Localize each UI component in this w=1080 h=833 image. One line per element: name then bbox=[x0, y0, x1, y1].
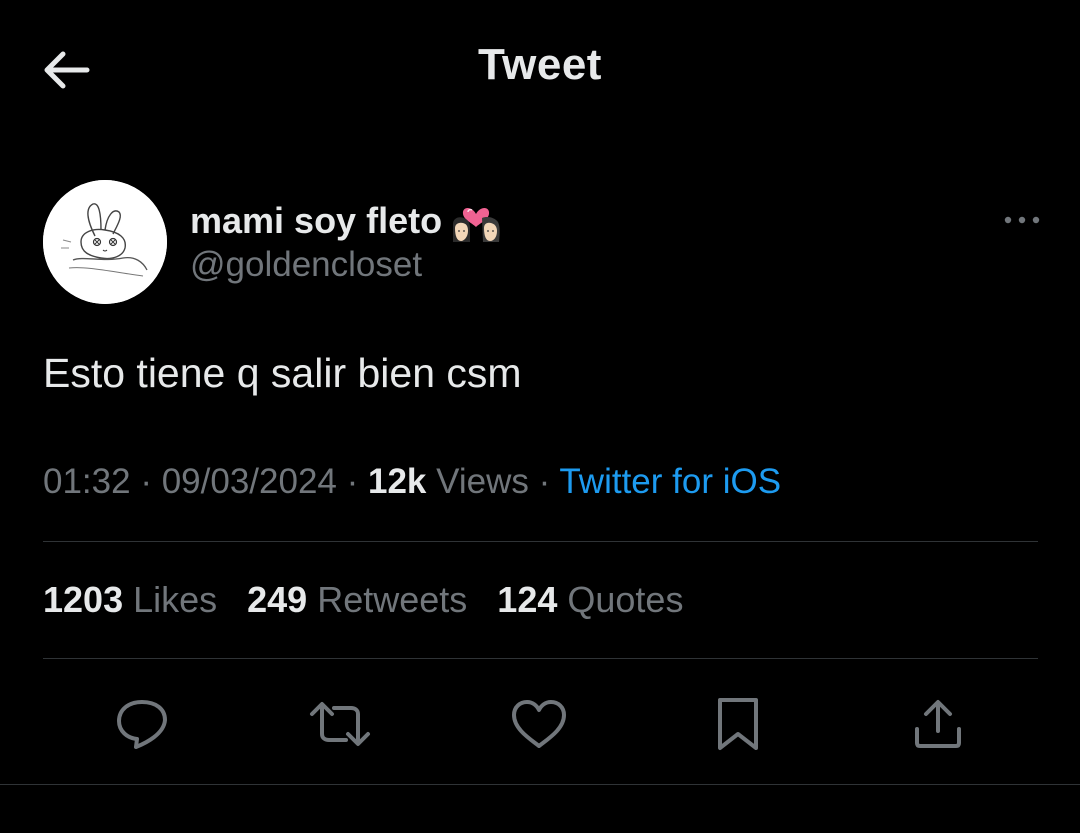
tweet-text: Esto tiene q salir bien csm bbox=[43, 350, 522, 396]
like-button[interactable] bbox=[507, 692, 571, 756]
retweets-count: 249 bbox=[247, 579, 308, 620]
page-title: Tweet bbox=[478, 40, 602, 89]
views-count[interactable]: 12k bbox=[368, 462, 426, 501]
tweet-source-link[interactable]: Twitter for iOS bbox=[559, 462, 781, 501]
likes-count: 1203 bbox=[43, 579, 124, 620]
meta-separator: · bbox=[336, 462, 368, 501]
bunny-sketch-avatar bbox=[43, 180, 167, 304]
share-icon bbox=[915, 700, 961, 748]
quotes-stat[interactable]: 124 Quotes bbox=[497, 579, 683, 621]
likes-stat[interactable]: 1203 Likes bbox=[43, 579, 217, 621]
like-icon bbox=[512, 700, 566, 748]
retweet-icon bbox=[310, 702, 370, 746]
tweet-meta: 01:32 · 09/03/2024 · 12k Views · Twitter… bbox=[43, 462, 781, 502]
share-button[interactable] bbox=[906, 692, 970, 756]
retweets-label: Retweets bbox=[307, 579, 468, 620]
reply-button[interactable] bbox=[110, 692, 174, 756]
bookmark-button[interactable] bbox=[706, 692, 770, 756]
more-options-button[interactable] bbox=[996, 200, 1048, 240]
more-horizontal-icon bbox=[1004, 216, 1040, 224]
meta-separator: · bbox=[130, 462, 162, 501]
views-label: Views bbox=[426, 462, 529, 501]
quotes-label: Quotes bbox=[557, 579, 684, 620]
author-handle[interactable]: @goldencloset bbox=[190, 245, 422, 285]
meta-separator: · bbox=[528, 462, 560, 501]
engagement-stats: 1203 Likes 249 Retweets 124 Quotes bbox=[43, 579, 713, 621]
likes-label: Likes bbox=[123, 579, 218, 620]
avatar[interactable] bbox=[43, 180, 167, 304]
top-bar: Tweet bbox=[0, 0, 1080, 140]
divider bbox=[43, 658, 1038, 659]
quotes-count: 124 bbox=[497, 579, 558, 620]
tweet-time: 01:32 bbox=[43, 462, 131, 501]
bookmark-icon bbox=[718, 698, 758, 750]
display-name: mami soy fleto bbox=[190, 200, 443, 241]
divider bbox=[43, 541, 1038, 542]
retweet-button[interactable] bbox=[308, 692, 372, 756]
reply-icon bbox=[117, 700, 167, 749]
retweets-stat[interactable]: 249 Retweets bbox=[247, 579, 467, 621]
display-name-row[interactable]: mami soy fleto bbox=[190, 196, 502, 246]
tweet-date: 09/03/2024 bbox=[161, 462, 337, 501]
divider bbox=[0, 784, 1080, 785]
couple-with-heart-emoji bbox=[453, 208, 500, 242]
